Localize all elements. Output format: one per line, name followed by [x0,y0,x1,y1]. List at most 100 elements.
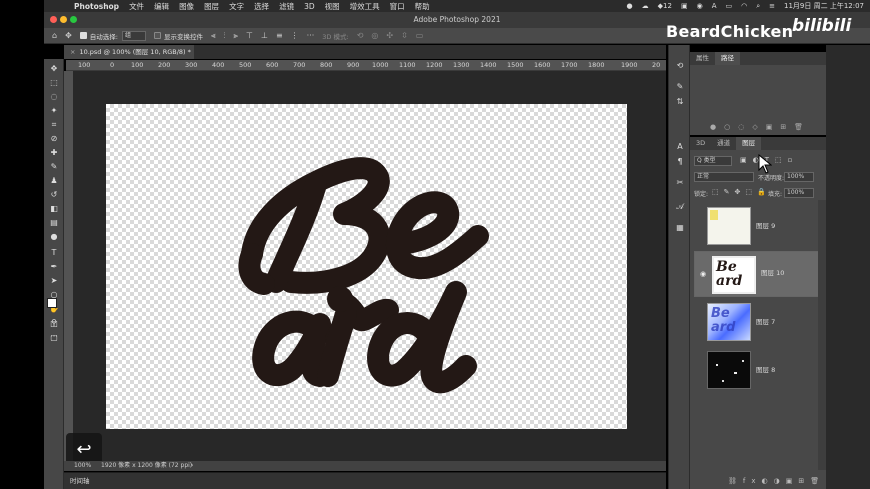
quick-mask-icon[interactable]: ◫ [48,319,60,329]
document-tab[interactable]: × 10.psd @ 100% (图层 10, RGB/8) * [64,45,194,59]
fill-field[interactable]: 100% [784,188,814,198]
opacity-field[interactable]: 100% [784,172,814,182]
align-center-icon[interactable]: ⫶ [224,31,226,41]
stamp-tool-icon[interactable]: ♟ [48,176,60,186]
app-a-icon[interactable]: A [712,2,717,10]
control-center-icon[interactable]: ≡ [769,2,775,10]
history-brush-tool-icon[interactable]: ↺ [48,190,60,200]
pen-tool-icon[interactable]: ✒ [48,262,60,272]
menu-layer[interactable]: 图层 [204,1,219,12]
tab-3d[interactable]: 3D [690,137,711,150]
crop-tool-icon[interactable]: ⌗ [48,120,60,130]
adjustments-panel-icon[interactable]: ⇅ [674,97,686,107]
magic-wand-tool-icon[interactable]: ✦ [48,106,60,116]
clock-text[interactable]: 11月9日 周二 上午12:07 [784,1,864,11]
gradient-tool-icon[interactable]: ▤ [48,218,60,228]
minimize-window-button[interactable] [60,16,67,23]
menu-app-name[interactable]: Photoshop [74,2,119,11]
eye-visibility-icon[interactable]: ◉ [700,270,706,278]
tab-properties[interactable]: 属性 [690,52,715,65]
3d-scale-icon[interactable]: ▭ [416,31,424,40]
ruler-vertical[interactable] [64,71,73,461]
timeline-panel-tab[interactable]: 时间轴 [64,472,666,489]
menu-filter[interactable]: 滤镜 [279,1,294,12]
battery-icon[interactable]: ▭ [725,2,732,10]
history-panel-icon[interactable]: ⟲ [674,61,686,71]
ruler-horizontal[interactable]: 100 0 100 200 300 400 500 600 700 800 90… [66,60,666,71]
glyphs-panel-icon[interactable]: 𝒜 [674,202,686,212]
paragraph-panel-icon[interactable]: ¶ [674,157,686,167]
more-options-icon[interactable]: ··· [307,31,315,40]
menu-file[interactable]: 文件 [129,1,144,12]
marquee-tool-icon[interactable]: ⬚ [48,78,60,88]
menu-select[interactable]: 选择 [254,1,269,12]
menu-type[interactable]: 文字 [229,1,244,12]
menu-3d[interactable]: 3D [304,2,315,11]
type-tool-icon[interactable]: T [48,248,60,258]
align-right-icon[interactable]: ⫸ [234,31,239,41]
menu-window[interactable]: 窗口 [390,1,405,12]
eyedropper-tool-icon[interactable]: ⊘ [48,134,60,144]
tools-preset-icon[interactable]: ✂ [674,178,686,188]
layers-footer-icons[interactable]: ⛓fx◐◑▣⊞🗑 [728,477,825,485]
tab-layers[interactable]: 图层 [736,137,762,150]
move-tool-icon[interactable]: ✥ [65,31,72,40]
close-window-button[interactable] [50,16,57,23]
screen-mode-icon[interactable]: ▢ [48,333,60,343]
record-icon[interactable]: ● [627,2,633,10]
menu-view[interactable]: 视图 [325,1,340,12]
document-info[interactable]: 1920 像素 x 1200 像素 (72 ppi) [101,461,192,471]
tray-icon[interactable]: ▣ [681,2,688,10]
path-selection-tool-icon[interactable]: ➤ [48,276,60,286]
align-left-icon[interactable]: ⫷ [211,31,216,41]
lasso-tool-icon[interactable]: ◌ [48,92,60,102]
zoom-window-button[interactable] [70,16,77,23]
menu-help[interactable]: 帮助 [415,1,430,12]
layer-row[interactable]: Be ard 图层 7 [690,299,818,345]
layer-filter-dropdown[interactable]: Q 类型 [694,156,732,166]
3d-roll-icon[interactable]: ◎ [371,31,378,40]
tab-close-icon[interactable]: × [70,48,75,56]
align-top-icon[interactable]: ⊤ [246,31,253,40]
layer-row[interactable]: 图层 8 [690,347,818,393]
auto-select-dropdown[interactable]: 组 [121,30,146,41]
cloud-icon[interactable]: ☁ [642,2,649,10]
wechat-icon[interactable]: ◉ [697,2,703,10]
menu-plugins[interactable]: 增效工具 [350,1,380,12]
tab-channels[interactable]: 通道 [711,137,736,150]
3d-pan-icon[interactable]: ✣ [386,31,393,40]
notification-icon[interactable]: ◆12 [658,2,672,10]
lock-icons[interactable]: ⬚✎✥⬚🔒 [712,188,771,196]
healing-brush-tool-icon[interactable]: ✚ [48,148,60,158]
layer-row[interactable]: 图层 9 [690,203,818,249]
tab-paths[interactable]: 路径 [715,52,740,65]
move-tool-icon[interactable]: ✥ [48,64,60,74]
zoom-level[interactable]: 100% [74,461,91,471]
align-middle-icon[interactable]: ⊥ [261,31,268,40]
lock-label: 锁定: [694,191,709,198]
home-icon[interactable]: ⌂ [52,31,57,40]
3d-rotate-icon[interactable]: ⟲ [357,31,364,40]
status-expand-icon[interactable]: › [191,461,193,471]
layers-scrollbar[interactable] [818,200,826,470]
distribute-icon[interactable]: ⋮ [291,31,299,40]
dodge-tool-icon[interactable]: ● [48,232,60,242]
menu-image[interactable]: 图像 [179,1,194,12]
character-panel-icon[interactable]: A [674,142,686,152]
brush-tool-icon[interactable]: ✎ [48,162,60,172]
foreground-color-swatch[interactable] [47,298,57,308]
menu-edit[interactable]: 编辑 [154,1,169,12]
3d-slide-icon[interactable]: ⇳ [401,31,408,40]
auto-select-checkbox[interactable] [79,32,87,39]
table-panel-icon[interactable]: ▦ [674,223,686,233]
wifi-icon[interactable]: ◠ [741,2,747,10]
eraser-tool-icon[interactable]: ◧ [48,204,60,214]
paths-footer-icons[interactable]: ●○◌◇▣⊞🗑 [710,123,811,131]
layer-row-selected[interactable]: ◉ Be ard 图层 10 [694,251,822,297]
align-bottom-icon[interactable]: ≡ [276,31,283,40]
search-icon[interactable]: ⌕ [756,2,760,11]
document-canvas[interactable] [106,104,627,429]
brush-panel-icon[interactable]: ✎ [674,82,686,92]
blend-mode-dropdown[interactable]: 正常 [694,172,754,182]
transform-controls-checkbox[interactable] [153,32,161,39]
